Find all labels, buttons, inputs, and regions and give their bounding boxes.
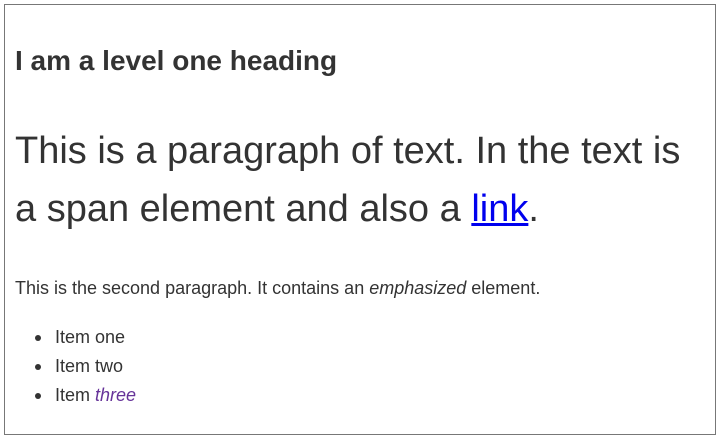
bullet-icon <box>35 393 41 399</box>
list-item-label: Item one <box>55 327 126 347</box>
second-paragraph-end: element. <box>466 278 541 298</box>
list-item-label: Item <box>55 385 96 405</box>
paragraph-link[interactable]: link <box>471 188 528 230</box>
list-item: Item two <box>35 352 136 381</box>
list-item-label: Item two <box>55 356 124 376</box>
list-item: Item one <box>35 323 136 352</box>
second-paragraph-text: This is the second paragraph. It contain… <box>15 278 370 298</box>
bullet-icon <box>35 335 41 341</box>
second-paragraph: This is the second paragraph. It contain… <box>15 277 540 299</box>
list-item-emphasis: three <box>95 385 137 405</box>
bullet-icon <box>35 364 41 370</box>
list-item: Item three <box>35 381 136 410</box>
page-heading: I am a level one heading <box>15 45 338 76</box>
item-list: Item one Item two Item three <box>35 323 136 410</box>
emphasized-text: emphasized <box>369 278 467 298</box>
first-paragraph-text: This is a paragraph of text. In the text… <box>15 130 681 230</box>
page-frame: I am a level one heading This is a parag… <box>4 4 716 435</box>
first-paragraph-end: . <box>528 188 539 230</box>
first-paragraph: This is a paragraph of text. In the text… <box>15 122 705 238</box>
